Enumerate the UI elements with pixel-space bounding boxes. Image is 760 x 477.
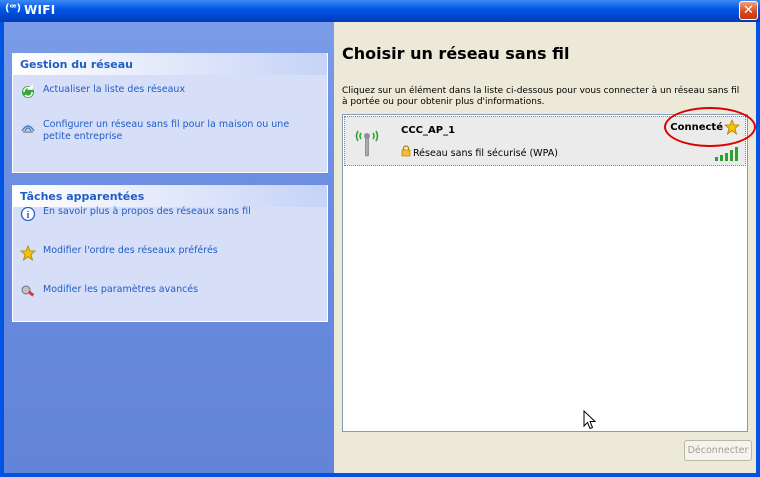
close-icon: ✕ bbox=[743, 3, 754, 18]
svg-text:i: i bbox=[27, 210, 30, 221]
network-security: Réseau sans fil sécurisé (WPA) bbox=[413, 148, 558, 159]
window-title: WIFI bbox=[24, 3, 56, 17]
network-tasks-title: Gestion du réseau bbox=[13, 53, 327, 75]
learn-wireless-label: En savoir plus à propos des réseaux sans… bbox=[43, 206, 251, 217]
network-tasks-panel: Gestion du réseau Actualiser la liste de… bbox=[12, 53, 328, 173]
disconnect-button[interactable]: Déconnecter bbox=[684, 440, 752, 461]
advanced-settings-link[interactable]: Modifier les paramètres avancés bbox=[19, 284, 198, 300]
page-title: Choisir un réseau sans fil bbox=[342, 44, 570, 63]
setup-network-label: Configurer un réseau sans fil pour la ma… bbox=[43, 119, 290, 142]
advanced-settings-label: Modifier les paramètres avancés bbox=[43, 284, 199, 295]
wifi-window: (ꟹ) WIFI ✕ Gestion du réseau Actualiser … bbox=[0, 0, 760, 477]
refresh-networks-link[interactable]: Actualiser la liste des réseaux bbox=[19, 84, 185, 100]
mouse-pointer-icon bbox=[583, 410, 597, 430]
learn-wireless-link[interactable]: i En savoir plus à propos des réseaux sa… bbox=[19, 206, 251, 222]
lock-icon bbox=[401, 145, 411, 160]
window-frame-bottom bbox=[0, 473, 760, 477]
annotation-circle bbox=[664, 107, 756, 147]
refresh-networks-label: Actualiser la liste des réseaux bbox=[43, 84, 186, 95]
settings-icon bbox=[19, 284, 37, 300]
setup-network-link[interactable]: Configurer un réseau sans fil pour la ma… bbox=[19, 119, 315, 143]
title-bar[interactable]: (ꟹ) WIFI ✕ bbox=[0, 0, 760, 22]
related-tasks-panel: Tâches apparentées i En savoir plus à pr… bbox=[12, 185, 328, 322]
network-list[interactable]: CCC_AP_1 Réseau sans fil sécurisé (WPA) … bbox=[342, 114, 748, 432]
star-icon bbox=[19, 244, 37, 262]
preferred-order-link[interactable]: Modifier l'ordre des réseaux préférés bbox=[19, 244, 218, 262]
related-tasks-title: Tâches apparentées bbox=[13, 185, 327, 207]
preferred-order-label: Modifier l'ordre des réseaux préférés bbox=[43, 245, 218, 256]
info-icon: i bbox=[19, 206, 37, 222]
refresh-icon bbox=[19, 84, 37, 100]
close-button[interactable]: ✕ bbox=[739, 1, 758, 20]
task-sidebar: Gestion du réseau Actualiser la liste de… bbox=[4, 22, 334, 473]
setup-network-icon bbox=[19, 119, 37, 135]
network-ssid: CCC_AP_1 bbox=[401, 125, 456, 136]
wifi-title-icon: (ꟹ) bbox=[5, 3, 22, 14]
window-frame-right bbox=[756, 22, 760, 477]
antenna-icon bbox=[355, 130, 379, 157]
signal-strength-icon bbox=[715, 147, 738, 161]
page-description: Cliquez sur un élément dans la liste ci-… bbox=[342, 86, 740, 107]
main-content: Choisir un réseau sans fil Cliquez sur u… bbox=[334, 22, 756, 473]
